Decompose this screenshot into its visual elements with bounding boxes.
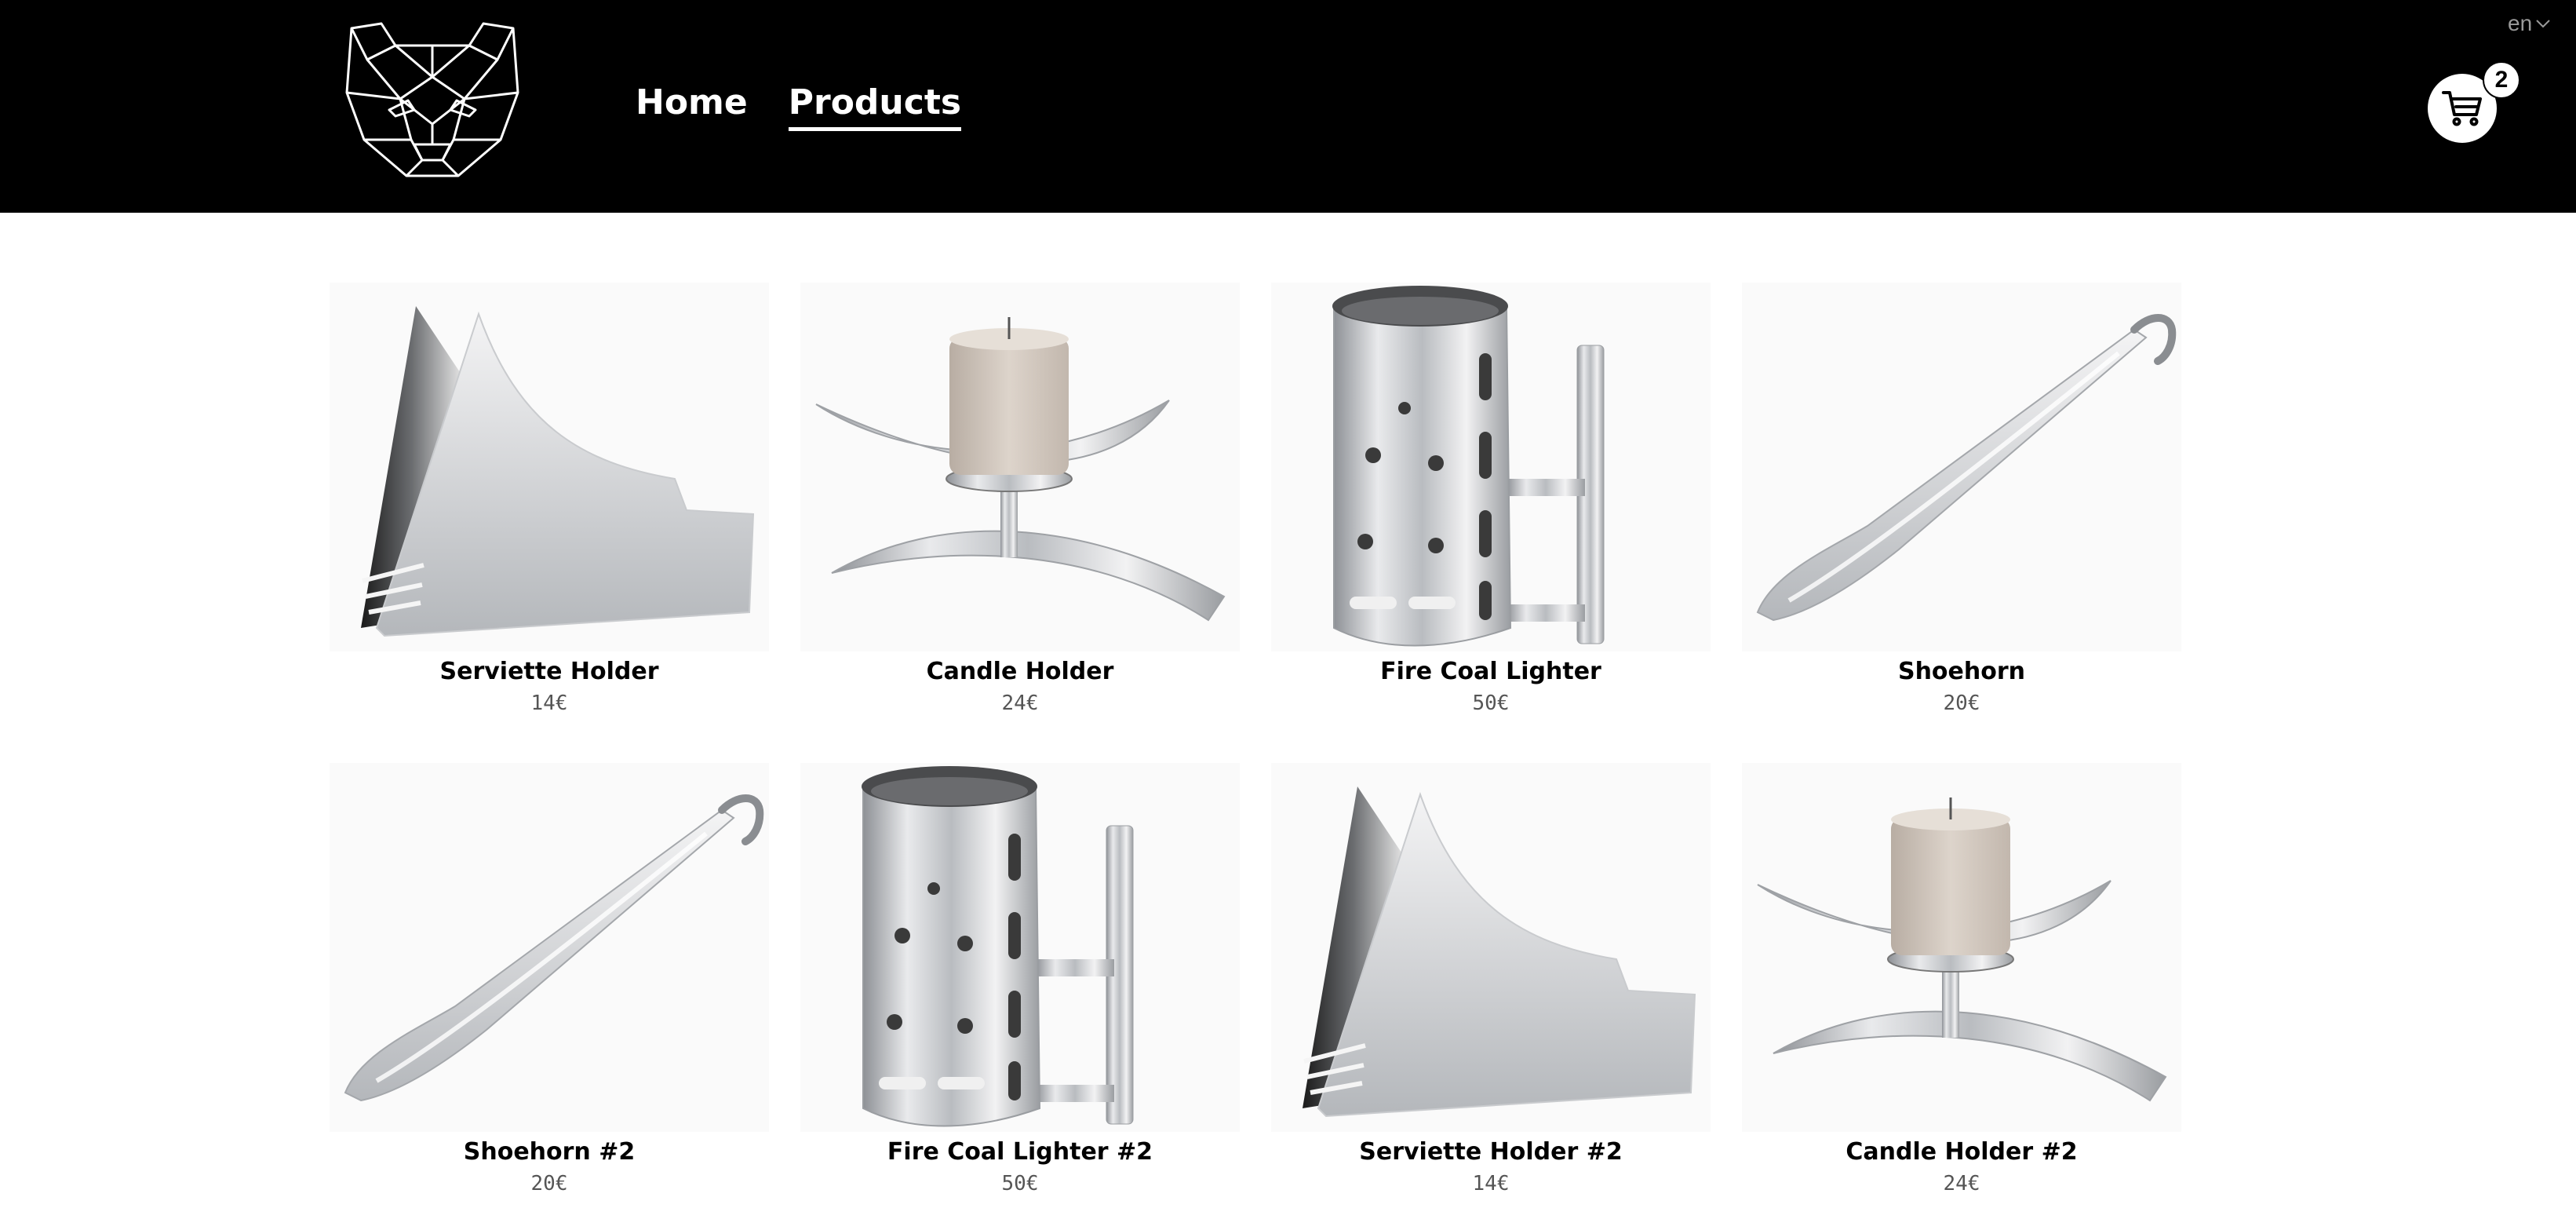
product-card[interactable]: Fire Coal Lighter 50€ xyxy=(1271,283,1711,717)
chevron-down-icon xyxy=(2536,20,2550,28)
nav-home-link[interactable]: Home xyxy=(636,78,748,131)
candle-holder-image xyxy=(800,283,1240,651)
product-grid: Serviette Holder 14€ Candle Holder 24€ F… xyxy=(330,283,2213,1198)
product-name: Shoehorn #2 xyxy=(463,1138,636,1166)
candle-holder-image xyxy=(1742,763,2181,1132)
bear-logo-icon[interactable] xyxy=(344,22,521,184)
language-label: en xyxy=(2508,11,2533,35)
product-price: 20€ xyxy=(530,1172,568,1195)
product-name: Serviette Holder #2 xyxy=(1359,1138,1623,1166)
product-image xyxy=(1271,283,1711,651)
serviette-holder-image xyxy=(1271,763,1711,1132)
main-nav: Home Products xyxy=(636,78,962,131)
product-card[interactable]: Candle Holder #2 24€ xyxy=(1742,763,2181,1198)
shoehorn-image xyxy=(1742,283,2181,651)
fire-coal-lighter-image xyxy=(1271,283,1711,651)
product-image xyxy=(800,283,1240,651)
language-selector[interactable]: en xyxy=(2508,11,2551,36)
product-image xyxy=(1742,283,2181,651)
product-price: 50€ xyxy=(1001,1172,1039,1195)
product-name: Fire Coal Lighter xyxy=(1380,658,1601,685)
product-name: Shoehorn xyxy=(1897,658,2026,685)
product-image xyxy=(1742,763,2181,1132)
shoehorn-image xyxy=(330,763,769,1132)
product-price: 50€ xyxy=(1472,692,1510,715)
product-name: Serviette Holder xyxy=(439,658,659,685)
cart-count-badge: 2 xyxy=(2483,61,2520,99)
product-card[interactable]: Shoehorn #2 20€ xyxy=(330,763,769,1198)
product-image xyxy=(330,763,769,1132)
product-card[interactable]: Candle Holder 24€ xyxy=(800,283,1240,717)
product-price: 20€ xyxy=(1943,692,1980,715)
product-card[interactable]: Serviette Holder #2 14€ xyxy=(1271,763,1711,1198)
product-image xyxy=(330,283,769,651)
product-card[interactable]: Serviette Holder 14€ xyxy=(330,283,769,717)
serviette-holder-image xyxy=(330,283,769,651)
product-name: Candle Holder #2 xyxy=(1845,1138,2078,1166)
shopping-cart-icon xyxy=(2442,91,2482,126)
site-header: Home Products en 2 xyxy=(0,0,2576,213)
product-name: Fire Coal Lighter #2 xyxy=(887,1138,1153,1166)
product-price: 24€ xyxy=(1943,1172,1980,1195)
product-price: 24€ xyxy=(1001,692,1039,715)
fire-coal-lighter-image xyxy=(800,763,1240,1132)
product-card[interactable]: Shoehorn 20€ xyxy=(1742,283,2181,717)
product-price: 14€ xyxy=(1472,1172,1510,1195)
product-price: 14€ xyxy=(530,692,568,715)
product-card[interactable]: Fire Coal Lighter #2 50€ xyxy=(800,763,1240,1198)
product-image xyxy=(800,763,1240,1132)
product-image xyxy=(1271,763,1711,1132)
product-name: Candle Holder xyxy=(926,658,1114,685)
nav-products-link[interactable]: Products xyxy=(788,78,962,131)
